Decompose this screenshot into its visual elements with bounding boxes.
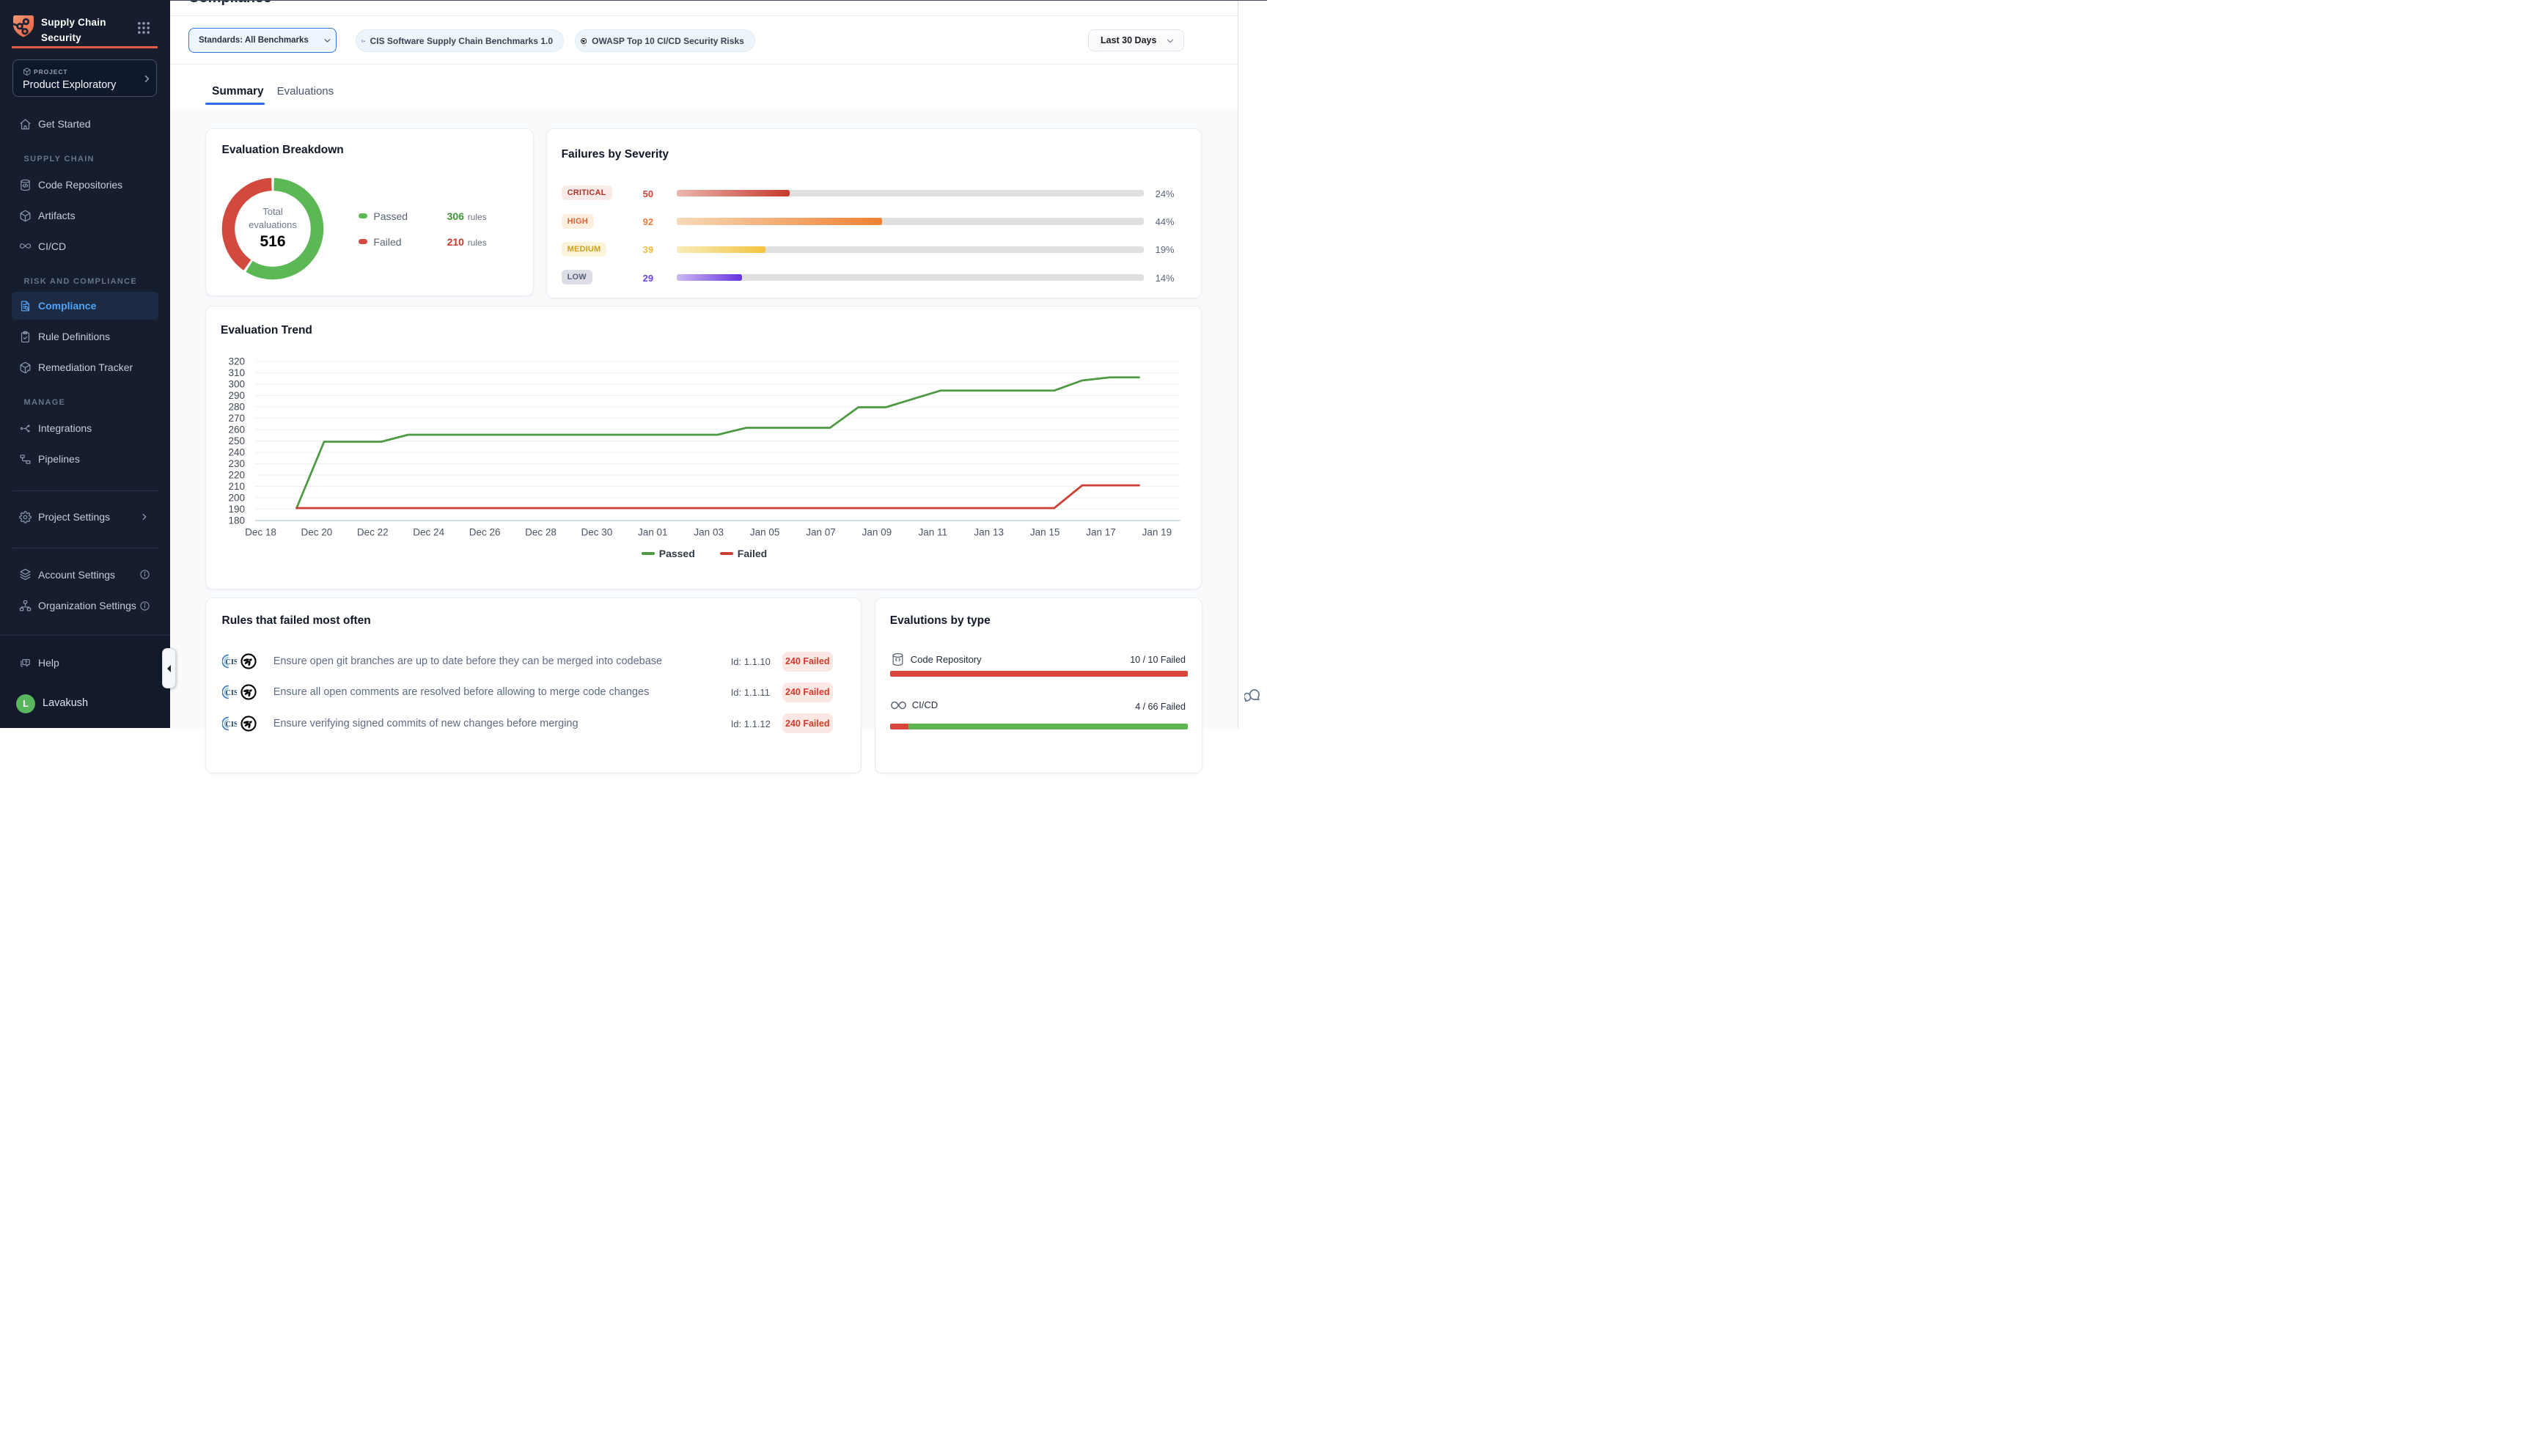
svg-text:Dec 20: Dec 20: [301, 527, 333, 538]
svg-text:Dec 18: Dec 18: [245, 527, 276, 538]
svg-text:320: 320: [228, 356, 245, 367]
svg-text:CIS: CIS: [362, 40, 365, 42]
svg-text:310: 310: [228, 367, 245, 378]
svg-text:CIS: CIS: [225, 689, 237, 697]
svg-text:CIS: CIS: [225, 658, 237, 666]
svg-text:280: 280: [228, 401, 245, 412]
svg-text:290: 290: [228, 390, 245, 401]
svg-text:Jan 17: Jan 17: [1086, 527, 1116, 538]
svg-text:Jan 11: Jan 11: [919, 527, 948, 538]
svg-text:190: 190: [228, 504, 245, 515]
svg-text:220: 220: [228, 469, 245, 480]
svg-text:Jan 19: Jan 19: [1142, 527, 1172, 538]
svg-text:Dec 26: Dec 26: [469, 527, 501, 538]
svg-text:Jan 07: Jan 07: [806, 527, 836, 538]
svg-text:Dec 28: Dec 28: [525, 527, 557, 538]
svg-text:Jan 09: Jan 09: [862, 527, 892, 538]
svg-text:Jan 03: Jan 03: [694, 527, 724, 538]
svg-text:180: 180: [228, 515, 245, 526]
svg-text:210: 210: [228, 481, 245, 492]
svg-text:250: 250: [228, 435, 245, 446]
svg-text:Dec 30: Dec 30: [581, 527, 613, 538]
svg-text:260: 260: [228, 424, 245, 435]
svg-text:Dec 24: Dec 24: [413, 527, 444, 538]
svg-text:270: 270: [228, 413, 245, 424]
svg-text:Jan 13: Jan 13: [974, 527, 1004, 538]
svg-text:Dec 22: Dec 22: [357, 527, 389, 538]
svg-text:Jan 01: Jan 01: [638, 527, 668, 538]
svg-text:230: 230: [228, 458, 245, 469]
svg-text:Jan 05: Jan 05: [750, 527, 780, 538]
svg-text:Jan 15: Jan 15: [1030, 527, 1060, 538]
svg-text:200: 200: [228, 492, 245, 503]
svg-text:240: 240: [228, 446, 245, 457]
svg-text:CIS: CIS: [225, 721, 237, 729]
svg-text:300: 300: [228, 378, 245, 389]
